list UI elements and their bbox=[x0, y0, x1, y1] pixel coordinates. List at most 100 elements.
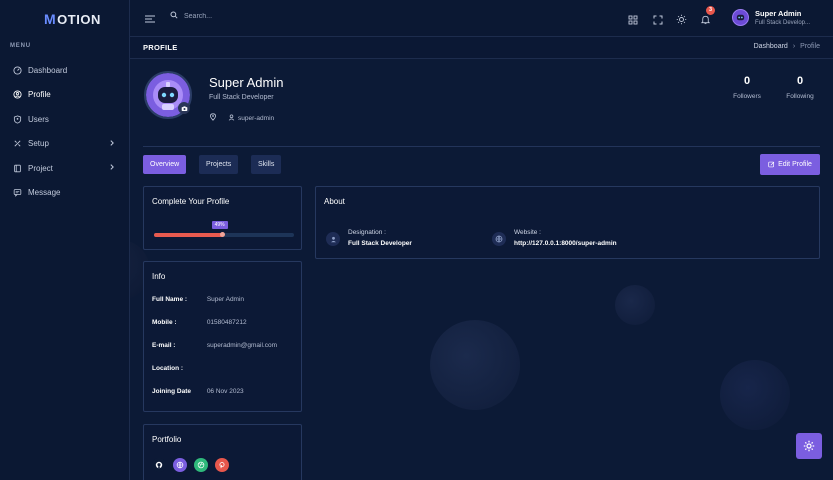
tab-overview[interactable]: Overview bbox=[143, 155, 187, 174]
edit-profile-button[interactable]: Edit Profile bbox=[760, 154, 820, 175]
sidebar-item-label: Profile bbox=[28, 90, 51, 100]
breadcrumb-dashboard[interactable]: Dashboard bbox=[754, 43, 788, 50]
info-row-email: E-mail : superadmin@gmail.com bbox=[152, 342, 277, 349]
profile-username: super-admin bbox=[238, 114, 275, 122]
user-icon bbox=[228, 113, 235, 123]
sidebar-item-users[interactable]: Users bbox=[0, 107, 130, 132]
user-badge-icon bbox=[326, 232, 340, 246]
sidebar-item-label: Dashboard bbox=[28, 65, 68, 75]
website-link[interactable]: http://127.0.0.1:8000/super-admin bbox=[514, 240, 617, 247]
breadcrumb-current: Profile bbox=[800, 43, 820, 50]
dribbble-icon[interactable] bbox=[194, 458, 208, 472]
edit-profile-label: Edit Profile bbox=[778, 161, 812, 168]
about-title: About bbox=[324, 197, 345, 206]
about-website: Website : http://127.0.0.1:8000/super-ad… bbox=[492, 229, 617, 247]
sidebar-item-label: Project bbox=[28, 163, 53, 173]
breadcrumb: Dashboard › Profile bbox=[754, 43, 820, 50]
divider bbox=[143, 146, 820, 147]
info-value: 06 Nov 2023 bbox=[206, 388, 244, 395]
followers-stat: 0 Followers bbox=[728, 75, 766, 100]
settings-gear-button[interactable] bbox=[796, 433, 822, 459]
designation-value: Full Stack Developer bbox=[348, 240, 412, 247]
profile-meta: super-admin bbox=[209, 113, 274, 123]
profile-progress-percent: 49% bbox=[211, 221, 228, 229]
avatar bbox=[732, 9, 749, 26]
edit-icon bbox=[768, 161, 775, 168]
info-row-full-name: Full Name : Super Admin bbox=[152, 296, 244, 303]
sidebar-item-message[interactable]: Message bbox=[0, 181, 130, 206]
shield-user-icon bbox=[12, 114, 22, 124]
page-title: PROFILE bbox=[143, 43, 178, 52]
sidebar-nav: Dashboard Profile Users Setup Project Me… bbox=[0, 58, 130, 205]
info-value: superadmin@gmail.com bbox=[206, 342, 277, 349]
tab-skills[interactable]: Skills bbox=[251, 155, 282, 174]
search-icon bbox=[170, 11, 178, 21]
apps-grid-icon[interactable] bbox=[628, 12, 640, 25]
info-row-mobile: Mobile : 01580487212 bbox=[152, 319, 247, 326]
following-label: Following bbox=[786, 93, 814, 100]
sidebar-item-project[interactable]: Project bbox=[0, 156, 130, 181]
tools-icon bbox=[12, 139, 22, 149]
info-value: 01580487212 bbox=[206, 319, 247, 326]
tab-projects[interactable]: Projects bbox=[199, 155, 239, 174]
location-pin-icon bbox=[209, 113, 217, 123]
info-key: Location : bbox=[152, 365, 184, 372]
profile-progress-fill bbox=[154, 233, 223, 237]
following-stat: 0 Following bbox=[781, 75, 819, 100]
menu-header: MENU bbox=[10, 43, 31, 49]
sidebar-item-setup[interactable]: Setup bbox=[0, 132, 130, 157]
website-label: Website : bbox=[514, 229, 541, 236]
sidebar-item-dashboard[interactable]: Dashboard bbox=[0, 58, 130, 83]
sidebar-item-label: Message bbox=[28, 188, 61, 198]
chevron-right-icon bbox=[108, 139, 118, 149]
about-designation: Designation : Full Stack Developer bbox=[326, 229, 412, 247]
sidebar: M OTION MENU Dashboard Profile Users Set… bbox=[0, 0, 130, 480]
info-row-location: Location : bbox=[152, 365, 205, 372]
profile-name: Super Admin bbox=[209, 75, 284, 90]
portfolio-title: Portfolio bbox=[152, 435, 182, 444]
info-value: Super Admin bbox=[206, 296, 245, 303]
topbar: 3 Super Admin Full Stack Develop... bbox=[130, 0, 833, 37]
user-name: Super Admin bbox=[755, 9, 802, 18]
about-card: About bbox=[315, 186, 820, 259]
info-key: Mobile : bbox=[152, 319, 177, 326]
user-role: Full Stack Develop... bbox=[755, 20, 811, 26]
message-icon bbox=[12, 188, 22, 198]
info-card: Info Full Name : Super Admin Mobile : 01… bbox=[143, 261, 302, 412]
info-key: Joining Date bbox=[152, 388, 192, 395]
book-icon bbox=[12, 163, 22, 173]
page-header: PROFILE Dashboard › Profile bbox=[130, 37, 833, 59]
complete-profile-card: Complete Your Profile 49% bbox=[143, 186, 302, 250]
complete-profile-title: Complete Your Profile bbox=[152, 197, 230, 206]
logo-mark: M bbox=[44, 11, 57, 27]
camera-icon[interactable] bbox=[178, 102, 190, 114]
sidebar-item-label: Users bbox=[28, 114, 49, 124]
chevron-right-icon bbox=[108, 163, 118, 173]
github-icon[interactable] bbox=[152, 458, 166, 472]
following-count: 0 bbox=[796, 75, 804, 87]
sidebar-item-profile[interactable]: Profile bbox=[0, 83, 130, 108]
globe-icon bbox=[492, 232, 506, 246]
info-key: Full Name : bbox=[152, 296, 188, 303]
pinterest-icon[interactable] bbox=[215, 458, 229, 472]
app-logo[interactable]: M OTION bbox=[44, 11, 101, 27]
designation-label: Designation : bbox=[348, 229, 386, 236]
sun-theme-icon[interactable] bbox=[676, 12, 688, 25]
info-title: Info bbox=[152, 272, 166, 281]
gear-icon bbox=[803, 440, 815, 452]
fullscreen-icon[interactable] bbox=[653, 12, 665, 25]
profile-role: Full Stack Developer bbox=[209, 94, 274, 101]
info-key: E-mail : bbox=[152, 342, 176, 349]
dashboard-icon bbox=[12, 65, 22, 75]
globe-icon[interactable] bbox=[173, 458, 187, 472]
notification-badge: 3 bbox=[706, 6, 715, 15]
search-bar bbox=[170, 11, 304, 21]
logo-text: OTION bbox=[57, 11, 101, 27]
followers-label: Followers bbox=[733, 93, 761, 100]
search-input[interactable] bbox=[184, 12, 304, 20]
sidebar-item-label: Setup bbox=[28, 139, 49, 149]
user-circle-icon bbox=[12, 90, 22, 100]
user-menu[interactable]: Super Admin Full Stack Develop... bbox=[732, 9, 810, 26]
followers-count: 0 bbox=[743, 75, 751, 87]
hamburger-menu-icon[interactable] bbox=[144, 12, 156, 24]
